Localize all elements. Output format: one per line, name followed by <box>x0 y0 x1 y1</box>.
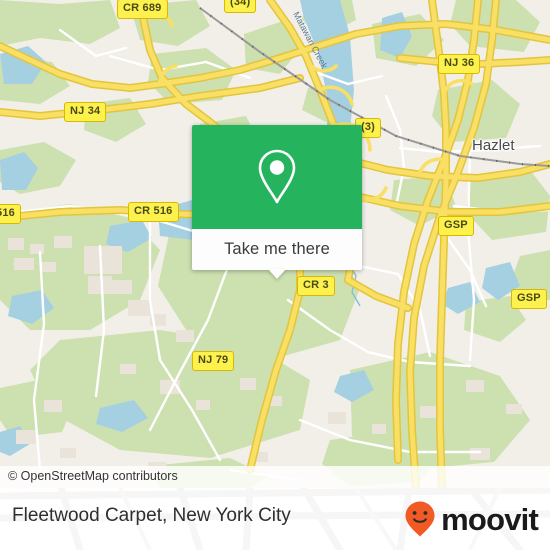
road-shield-516-edge[interactable]: 516 <box>0 204 21 224</box>
attribution-text[interactable]: © OpenStreetMap contributors <box>8 469 178 483</box>
map-attribution-bar: © OpenStreetMap contributors <box>0 466 550 488</box>
moovit-logo[interactable]: moovit <box>403 500 539 538</box>
road-shield-cr-516[interactable]: CR 516 <box>128 202 179 222</box>
road-shield-nj-79[interactable]: NJ 79 <box>192 351 235 371</box>
map-canvas[interactable]: Hazlet Matawan Creek CR 689 (34) NJ 36 N… <box>0 0 550 488</box>
popup-image-placeholder <box>192 125 362 229</box>
location-popup-card[interactable]: Take me there <box>192 125 362 279</box>
take-me-there-button[interactable]: Take me there <box>192 229 362 279</box>
road-shield-nj-36[interactable]: NJ 36 <box>438 54 481 74</box>
road-shield-cr-689[interactable]: CR 689 <box>117 0 168 19</box>
road-shield-cr-3[interactable]: CR 3 <box>297 276 335 296</box>
moovit-wordmark: moovit <box>441 501 539 537</box>
footer-bar: Fleetwood Carpet, New York City moovit <box>0 488 550 550</box>
road-shield-34[interactable]: (34) <box>224 0 257 13</box>
take-me-there-label: Take me there <box>224 240 330 258</box>
place-title: Fleetwood Carpet, New York City <box>12 505 291 526</box>
map-pin-icon <box>258 149 296 204</box>
moovit-smiley-pin-icon <box>405 501 435 537</box>
road-shield-gsp-lower[interactable]: GSP <box>511 289 547 309</box>
road-shield-gsp-upper[interactable]: GSP <box>438 216 474 236</box>
popup-pointer-tip <box>268 269 286 279</box>
screenshot-root: Hazlet Matawan Creek CR 689 (34) NJ 36 N… <box>0 0 550 550</box>
road-shield-nj-34[interactable]: NJ 34 <box>64 102 107 122</box>
place-label-hazlet: Hazlet <box>472 137 515 154</box>
